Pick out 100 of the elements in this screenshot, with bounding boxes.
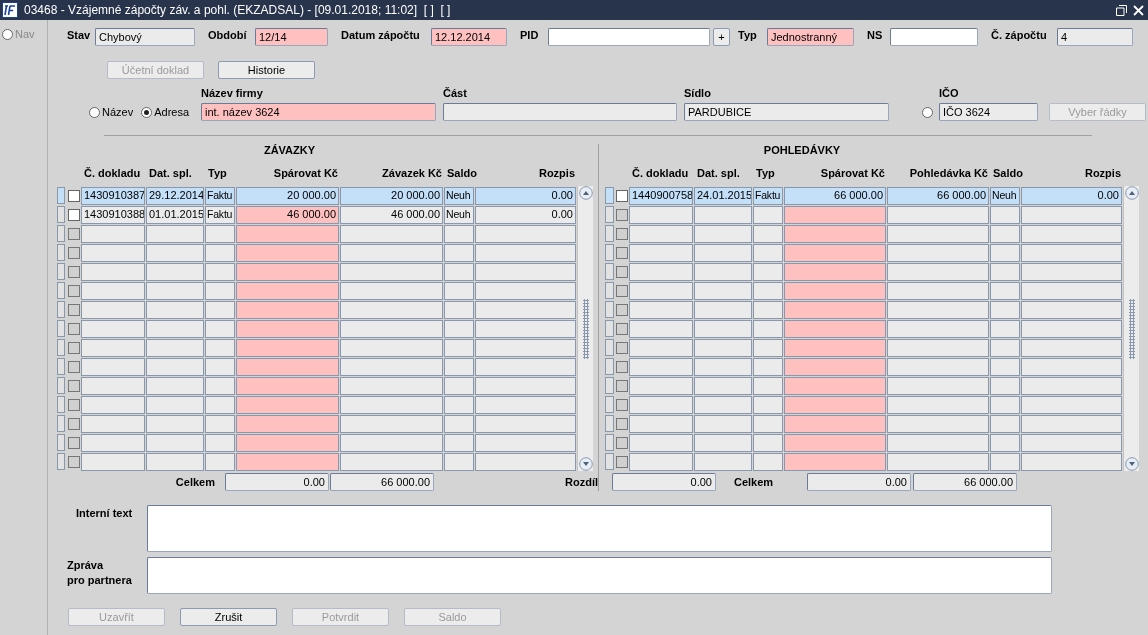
table-cell [81, 320, 145, 338]
table-cell [146, 434, 204, 452]
table-cell [146, 225, 204, 243]
total-field: 66 000.00 [330, 473, 434, 491]
table-cell [694, 225, 752, 243]
table-cell [629, 358, 693, 376]
table-cell [205, 225, 235, 243]
text-area[interactable] [147, 505, 1052, 552]
table-cell [205, 377, 235, 395]
input-field[interactable]: 4 [1057, 28, 1133, 46]
mode-radio[interactable]: Název [89, 106, 134, 118]
field-label: Název firmy [201, 87, 264, 99]
restore-icon[interactable] [1116, 4, 1127, 16]
column-header: Saldo [447, 167, 477, 179]
table-cell [753, 415, 783, 433]
row-marker[interactable] [605, 187, 614, 204]
table-cell [444, 320, 474, 338]
input-field[interactable] [890, 28, 978, 46]
table-cell [444, 244, 474, 262]
table-cell [146, 453, 204, 471]
table-cell [990, 415, 1020, 433]
table-cell [694, 415, 752, 433]
mode-radio[interactable]: Adresa [141, 106, 190, 118]
row-marker[interactable] [57, 187, 65, 204]
column-header: Č. dokladu [632, 167, 689, 179]
row-checkbox[interactable] [616, 189, 628, 202]
field-label: Č. zápočtu [991, 28, 1048, 41]
table-cell [694, 339, 752, 357]
scroll-down-icon[interactable] [578, 457, 593, 471]
table-cell [694, 263, 752, 281]
scroll-grip[interactable] [1128, 298, 1135, 359]
scroll-down-icon[interactable] [1124, 457, 1139, 471]
table-cell [205, 453, 235, 471]
ico-radio[interactable] [922, 106, 933, 118]
total-field: 66 000.00 [913, 473, 1017, 491]
column-header: Č. dokladu [84, 167, 141, 179]
column-header: Dat. spl. [697, 167, 740, 179]
table-cell [81, 244, 145, 262]
table-cell [990, 320, 1020, 338]
table-cell [444, 358, 474, 376]
table-cell: 46 000.00 [236, 206, 339, 224]
table-cell: 0.00 [1021, 187, 1122, 205]
table-cell [990, 434, 1020, 452]
scroll-up-icon[interactable] [578, 186, 593, 200]
table-cell [146, 415, 204, 433]
input-field[interactable]: IČO 3624 [939, 103, 1038, 121]
table-cell [694, 377, 752, 395]
table-cell [990, 377, 1020, 395]
text-area[interactable] [147, 557, 1052, 594]
input-field[interactable] [548, 28, 710, 46]
column-header: Rozpis [1084, 167, 1121, 179]
logo-icon [2, 2, 18, 18]
table-cell [990, 339, 1020, 357]
table-cell [694, 244, 752, 262]
table-cell: 1430910388 [81, 206, 145, 224]
input-field[interactable]: PARDUBICE [684, 103, 889, 121]
table-cell [694, 320, 752, 338]
input-field[interactable] [443, 103, 677, 121]
row-checkbox[interactable] [67, 189, 80, 202]
scroll-up-icon[interactable] [1124, 186, 1139, 200]
input-field[interactable]: Jednostranný [767, 28, 854, 46]
table-cell [753, 358, 783, 376]
table-cell [990, 225, 1020, 243]
scroll-grip[interactable] [582, 298, 589, 359]
table-cell [444, 377, 474, 395]
table-cell [81, 301, 145, 319]
close-icon[interactable] [1133, 4, 1144, 16]
table-cell [146, 377, 204, 395]
field-label: Interní text [75, 506, 134, 521]
table-cell [629, 263, 693, 281]
table-cell [629, 301, 693, 319]
table-cell: 24.01.2015 [694, 187, 752, 205]
table-cell [694, 396, 752, 414]
window-title: 03468 - Vzájemné zápočty záv. a pohl. (EKZADSAL) - [09.01.2018; 11:02] [ ] [ ] [24, 3, 451, 17]
input-field[interactable]: Chybový [95, 28, 195, 46]
table-title: POHLEDÁVKY [762, 144, 842, 158]
input-field[interactable]: 12.12.2014 [431, 28, 507, 46]
action-button[interactable]: Historie [218, 61, 315, 79]
table-cell [444, 415, 474, 433]
scrollbar[interactable] [577, 186, 593, 471]
row-checkbox[interactable] [67, 208, 80, 221]
table-cell: 66 000.00 [784, 187, 886, 205]
add-button[interactable]: + [713, 28, 730, 46]
table-cell: 20 000.00 [236, 187, 339, 205]
field-label: Období [208, 28, 248, 41]
table-cell: 20 000.00 [340, 187, 443, 205]
table-cell [753, 396, 783, 414]
scrollbar[interactable] [1123, 186, 1139, 471]
table-cell [629, 377, 693, 395]
table-cell [694, 358, 752, 376]
row-marker[interactable] [57, 206, 65, 223]
input-field[interactable]: 12/14 [255, 28, 328, 46]
input-field[interactable]: int. název 3624 [201, 103, 436, 121]
table-cell [990, 358, 1020, 376]
action-button[interactable]: Zrušit [180, 608, 277, 626]
table-cell [629, 453, 693, 471]
table-cell: 1440900758 [629, 187, 693, 205]
table-cell [753, 301, 783, 319]
table-cell [146, 301, 204, 319]
table-cell [444, 339, 474, 357]
